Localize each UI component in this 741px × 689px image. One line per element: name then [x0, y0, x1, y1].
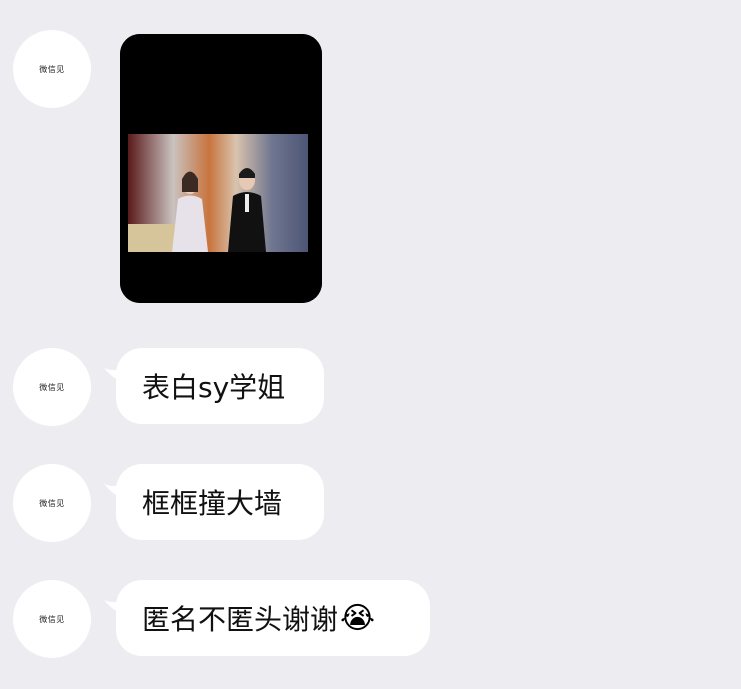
- text-bubble[interactable]: 表白sy学姐: [116, 348, 324, 424]
- stage-photo: [120, 34, 322, 303]
- avatar[interactable]: 微信见: [13, 348, 91, 426]
- avatar-label: 微信见: [39, 614, 65, 624]
- message-text: 表白sy学姐: [142, 371, 286, 404]
- avatar[interactable]: 微信见: [13, 464, 91, 542]
- message-text: 框框撞大墙: [142, 487, 283, 520]
- avatar-label: 微信见: [39, 382, 65, 392]
- text-bubble[interactable]: 匿名不匿头谢谢 😭: [116, 580, 430, 656]
- image-message[interactable]: [120, 34, 322, 303]
- message-text: 匿名不匿头谢谢: [142, 603, 339, 636]
- avatar[interactable]: 微信见: [13, 30, 91, 108]
- crying-face-emoji-icon: 😭: [340, 600, 376, 636]
- text-bubble[interactable]: 框框撞大墙: [116, 464, 324, 540]
- avatar-label: 微信见: [39, 64, 65, 74]
- avatar-label: 微信见: [39, 498, 65, 508]
- avatar[interactable]: 微信见: [13, 580, 91, 658]
